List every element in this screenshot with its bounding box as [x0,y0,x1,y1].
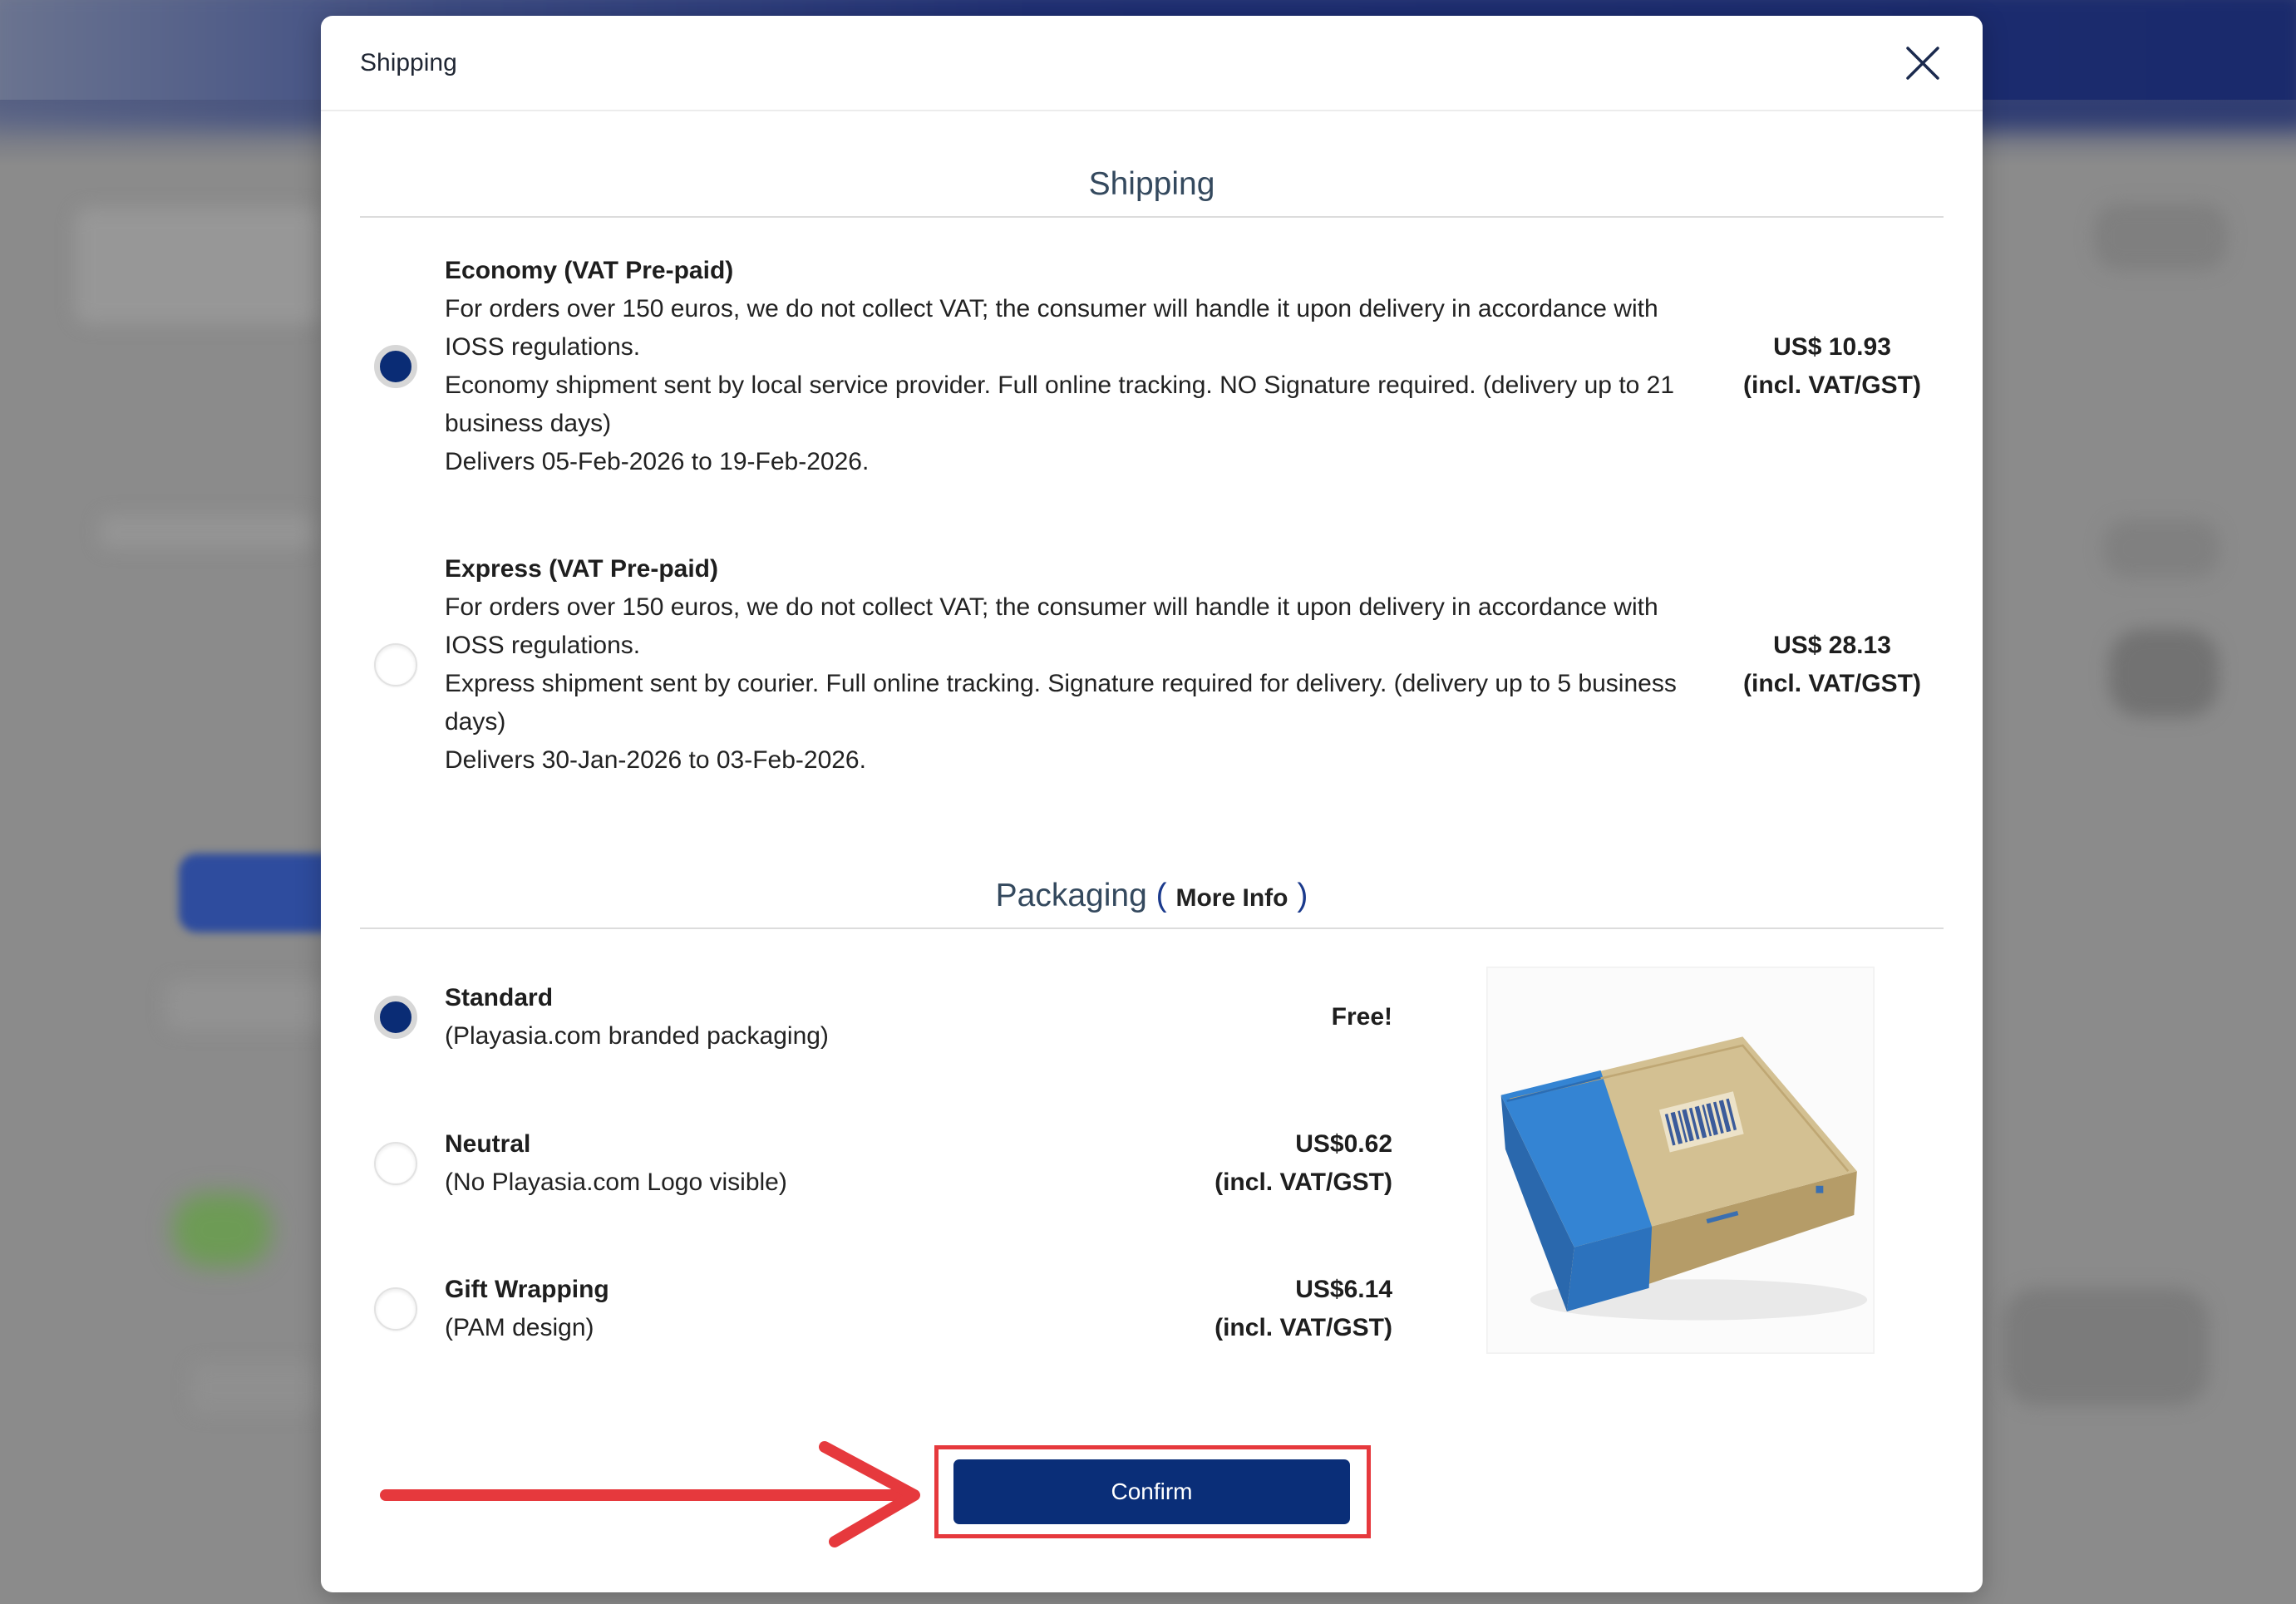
gift-wrapping-radio[interactable] [374,1287,417,1331]
blurred-content [2003,1288,2209,1405]
economy-details: Economy (VAT Pre-paid) For orders over 1… [445,252,1704,481]
express-radio[interactable] [374,643,417,686]
economy-price-block: US$ 10.93 (incl. VAT/GST) [1726,328,1939,405]
economy-delivery-dates: Delivers 05-Feb-2026 to 19-Feb-2026. [445,448,870,475]
blurred-content [2094,204,2227,270]
economy-title: Economy (VAT Pre-paid) [445,257,734,284]
more-info-link[interactable]: More Info [1175,884,1288,912]
blurred-content [173,1193,271,1267]
economy-radio[interactable] [374,345,417,388]
modal-header: Shipping [321,16,1983,111]
neutral-subtitle: (No Playasia.com Logo visible) [445,1169,787,1196]
economy-vat-note: For orders over 150 euros, we do not col… [445,295,1658,361]
gift-wrapping-title: Gift Wrapping [445,1276,609,1303]
express-title: Express (VAT Pre-paid) [445,555,718,583]
radio-cell [321,643,445,686]
gift-wrapping-details: Gift Wrapping (PAM design) [445,1271,1152,1347]
radio-cell [321,996,445,1039]
standard-subtitle: (Playasia.com branded packaging) [445,1022,829,1050]
economy-price: US$ 10.93 [1773,333,1891,361]
shipping-heading: Shipping [1088,166,1215,202]
gift-wrapping-price: US$6.14 [1295,1276,1392,1303]
radio-cell [321,1142,445,1185]
packaging-divider [360,927,1944,929]
paren-close: ) [1297,878,1308,913]
blurred-content [2103,519,2220,578]
shipping-modal: Shipping Shipping Economy (VAT Pre-paid)… [321,16,1983,1592]
neutral-price-note: (incl. VAT/GST) [1215,1169,1392,1196]
packaging-heading-text: Packaging [995,878,1147,913]
radio-cell [321,345,445,388]
blurred-content [166,981,333,1031]
express-delivery-dates: Delivers 30-Jan-2026 to 03-Feb-2026. [445,746,866,774]
express-price: US$ 28.13 [1773,632,1891,659]
shipping-divider [360,216,1944,218]
neutral-title: Neutral [445,1130,531,1158]
shipping-option-economy[interactable]: Economy (VAT Pre-paid) For orders over 1… [321,252,1983,481]
packaging-box-image [1486,967,1875,1354]
blurred-content [100,515,316,549]
express-price-block: US$ 28.13 (incl. VAT/GST) [1726,627,1939,703]
neutral-price-block: US$0.62 (incl. VAT/GST) [1152,1125,1392,1202]
gift-wrapping-price-block: US$6.14 (incl. VAT/GST) [1152,1271,1392,1347]
neutral-radio[interactable] [374,1142,417,1185]
close-icon [1906,47,1939,80]
blurred-content [191,1363,324,1413]
express-description: Express shipment sent by courier. Full o… [445,670,1677,736]
neutral-details: Neutral (No Playasia.com Logo visible) [445,1125,1152,1202]
blurred-content [2109,629,2219,717]
radio-cell [321,1287,445,1331]
shipping-option-express[interactable]: Express (VAT Pre-paid) For orders over 1… [321,550,1983,780]
economy-price-note: (incl. VAT/GST) [1743,371,1921,399]
standard-details: Standard (Playasia.com branded packaging… [445,979,1152,1055]
standard-radio[interactable] [374,996,417,1039]
express-price-note: (incl. VAT/GST) [1743,670,1921,697]
express-details: Express (VAT Pre-paid) For orders over 1… [445,550,1704,780]
economy-description: Economy shipment sent by local service p… [445,371,1675,437]
packaging-heading: Packaging ( More Info ) [321,874,1983,918]
gift-wrapping-price-note: (incl. VAT/GST) [1215,1314,1392,1341]
standard-title: Standard [445,984,554,1011]
annotation-highlight-box [934,1445,1371,1538]
standard-price: Free! [1331,1003,1392,1031]
close-button[interactable] [1898,38,1948,88]
express-vat-note: For orders over 150 euros, we do not col… [445,593,1658,659]
neutral-price: US$0.62 [1295,1130,1392,1158]
gift-wrapping-subtitle: (PAM design) [445,1314,594,1341]
modal-title: Shipping [360,49,457,76]
paren-open: ( [1155,878,1167,913]
annotation-arrow [380,1441,920,1547]
blurred-content [75,208,324,324]
